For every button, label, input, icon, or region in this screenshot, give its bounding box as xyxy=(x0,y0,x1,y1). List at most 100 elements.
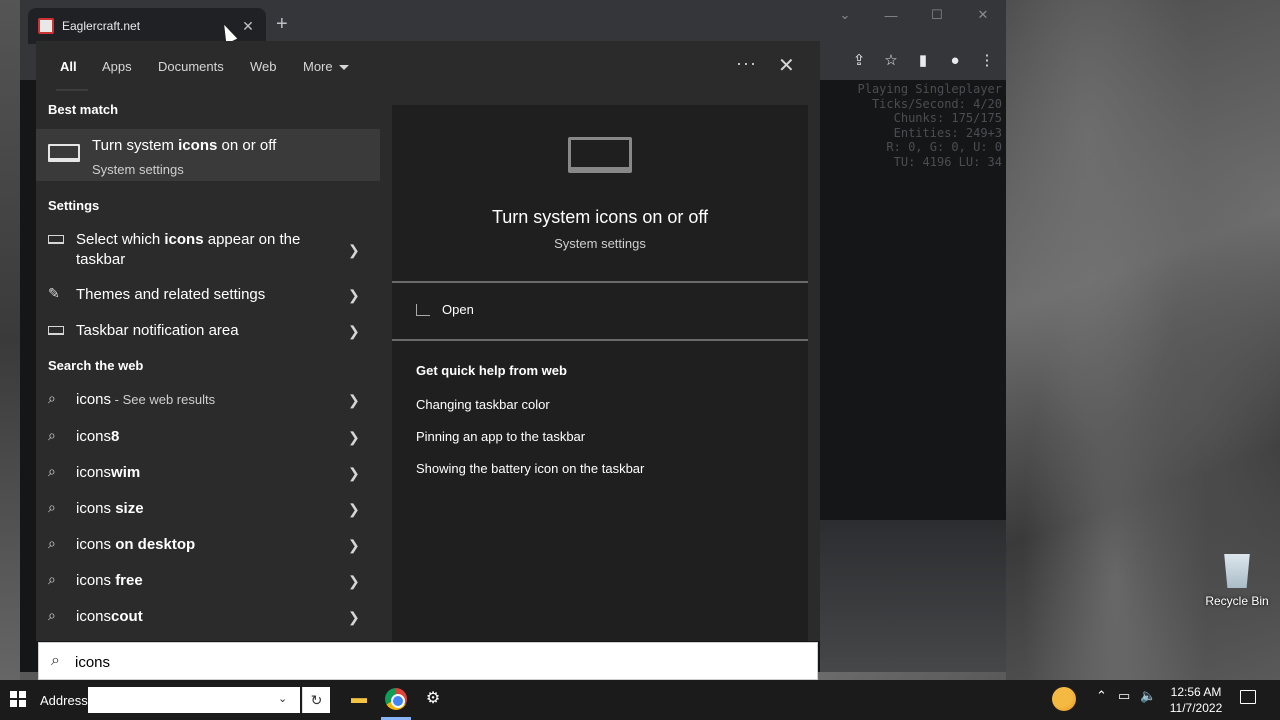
debug-line: Chunks: 175/175 xyxy=(893,111,1002,125)
clock-time: 12:56 AM xyxy=(1170,685,1222,699)
chevron-right-icon: ❯ xyxy=(348,392,360,408)
filter-more-label: More xyxy=(303,59,333,74)
more-options-icon[interactable]: ··· xyxy=(736,53,757,74)
query-text: icons xyxy=(76,428,112,445)
search-icon: ⌕ xyxy=(48,571,56,587)
settings-item-label: Select which icons appear on the taskbar xyxy=(76,230,336,270)
search-box: ⌕ xyxy=(38,642,818,680)
web-heading: Search the web xyxy=(48,358,144,373)
help-link[interactable]: Changing taskbar color xyxy=(416,397,550,412)
minimize-icon[interactable]: — xyxy=(868,0,914,30)
help-link[interactable]: Pinning an app to the taskbar xyxy=(416,429,585,444)
chevron-down-icon[interactable]: ⌄ xyxy=(278,692,287,705)
search-icon: ⌕ xyxy=(48,607,56,623)
windows-search-panel: All Apps Documents Web More ··· ✕ Best m… xyxy=(36,41,820,641)
query-text: icons xyxy=(76,391,112,408)
open-action[interactable]: Open xyxy=(416,302,474,317)
best-match-title: Turn system icons on or off xyxy=(92,137,276,154)
query-text: icons xyxy=(76,500,116,517)
web-result-item[interactable]: ⌕ iconswim ❯ xyxy=(36,462,380,484)
web-result-item[interactable]: ⌕ iconscout ❯ xyxy=(36,606,380,628)
taskbar-icon xyxy=(48,326,64,335)
web-result-item[interactable]: ⌕ icons size ❯ xyxy=(36,498,380,520)
address-toolbar-label: Address xyxy=(40,693,88,708)
query-sub: - See web results xyxy=(111,392,216,407)
settings-item[interactable]: Taskbar notification area ❯ xyxy=(36,320,380,342)
side-panel-icon[interactable]: ▮ xyxy=(914,52,932,70)
help-link[interactable]: Showing the battery icon on the taskbar xyxy=(416,461,644,476)
filter-documents[interactable]: Documents xyxy=(158,59,224,74)
settings-gear-icon[interactable]: ⚙ xyxy=(422,688,444,710)
web-result-item[interactable]: ⌕ icons - See web results ❯ xyxy=(36,389,380,411)
filter-more[interactable]: More xyxy=(303,59,349,74)
address-input[interactable] xyxy=(88,687,300,713)
filter-web[interactable]: Web xyxy=(250,59,277,74)
file-explorer-icon[interactable]: ▬ xyxy=(348,688,370,710)
web-result-label: icons on desktop xyxy=(76,535,336,555)
debug-line: Entities: 249+3 xyxy=(893,125,1002,140)
filter-all[interactable]: All xyxy=(60,59,77,74)
search-icon: ⌕ xyxy=(48,427,56,443)
chevron-right-icon: ❯ xyxy=(348,537,360,553)
best-match-heading: Best match xyxy=(48,102,119,117)
web-result-item[interactable]: ⌕ icons on desktop ❯ xyxy=(36,534,380,556)
web-result-item[interactable]: ⌕ icons8 ❯ xyxy=(36,426,380,448)
windows-logo-pane xyxy=(10,691,17,698)
volume-icon[interactable]: 🔈 xyxy=(1140,688,1156,704)
query-bold: free xyxy=(115,572,143,589)
share-icon[interactable]: ⇪ xyxy=(850,52,868,70)
preview-title: Turn system icons on or off xyxy=(491,207,709,227)
windows-logo-pane xyxy=(19,691,26,698)
system-clock[interactable]: 12:56 AM 11/7/2022 xyxy=(1164,684,1228,716)
search-close-icon[interactable]: ✕ xyxy=(778,53,795,78)
chrome-icon[interactable] xyxy=(385,688,407,710)
new-tab-button[interactable]: + xyxy=(276,14,288,34)
chevron-up-icon[interactable]: ⌃ xyxy=(1096,688,1107,704)
preview-pane: Turn system icons on or off System setti… xyxy=(392,105,808,641)
bookmark-star-icon[interactable]: ☆ xyxy=(882,52,900,70)
query-text: icons xyxy=(76,572,116,589)
web-result-label: icons - See web results xyxy=(76,390,336,410)
recycle-bin-label: Recycle Bin xyxy=(1205,594,1269,608)
tab-strip: Eaglercraft.net ✕ + ⌄ — ☐ ✕ xyxy=(20,0,1006,44)
monitor-icon xyxy=(48,144,80,162)
recycle-bin[interactable]: Recycle Bin xyxy=(1204,548,1270,608)
label-bold: icons xyxy=(164,231,204,248)
notification-center-icon[interactable] xyxy=(1240,690,1256,704)
network-icon[interactable]: ▭ xyxy=(1118,688,1130,704)
preview-subtitle: System settings xyxy=(554,236,646,251)
start-button[interactable] xyxy=(10,691,26,707)
menu-dots-icon[interactable]: ⋮ xyxy=(978,52,996,70)
maximize-icon[interactable]: ☐ xyxy=(914,0,960,30)
chevron-right-icon: ❯ xyxy=(348,609,360,625)
best-match-title-bold: icons xyxy=(178,137,218,154)
settings-item[interactable]: Select which icons appear on the taskbar… xyxy=(36,229,380,273)
query-text: icons xyxy=(76,464,112,481)
chevron-right-icon: ❯ xyxy=(348,465,360,481)
game-scenery xyxy=(820,520,1006,672)
tab-search-icon[interactable]: ⌄ xyxy=(822,0,868,30)
paintbrush-icon: ✎ xyxy=(48,285,60,301)
search-filter-bar: All Apps Documents Web More ··· ✕ xyxy=(36,41,820,93)
settings-heading: Settings xyxy=(48,198,100,213)
weather-icon[interactable] xyxy=(1052,687,1076,711)
refresh-icon[interactable]: ↻ xyxy=(302,687,330,713)
filter-apps[interactable]: Apps xyxy=(102,59,132,74)
favicon-icon xyxy=(38,18,54,34)
profile-icon[interactable]: ● xyxy=(946,52,964,70)
chevron-right-icon: ❯ xyxy=(348,501,360,517)
window-close-icon[interactable]: ✕ xyxy=(960,0,1006,30)
tab-close-icon[interactable]: ✕ xyxy=(240,18,256,35)
settings-item[interactable]: ✎ Themes and related settings ❯ xyxy=(36,284,380,306)
chevron-right-icon: ❯ xyxy=(348,573,360,589)
search-input[interactable] xyxy=(75,649,775,675)
web-result-item[interactable]: ⌕ icons free ❯ xyxy=(36,570,380,592)
query-bold: wim xyxy=(111,464,141,481)
monitor-small-icon xyxy=(48,235,64,244)
debug-line: R: 0, G: 0, U: 0 xyxy=(886,140,1002,154)
taskbar: Address ⌄ ↻ ▬ ⚙ ⌃ ▭ 🔈 12:56 AM 11/7/2022 xyxy=(0,680,1280,720)
active-filter-indicator xyxy=(56,89,88,91)
web-result-label: icons size xyxy=(76,499,336,519)
settings-item-label: Taskbar notification area xyxy=(76,322,239,339)
label-part: Select which xyxy=(76,231,165,248)
